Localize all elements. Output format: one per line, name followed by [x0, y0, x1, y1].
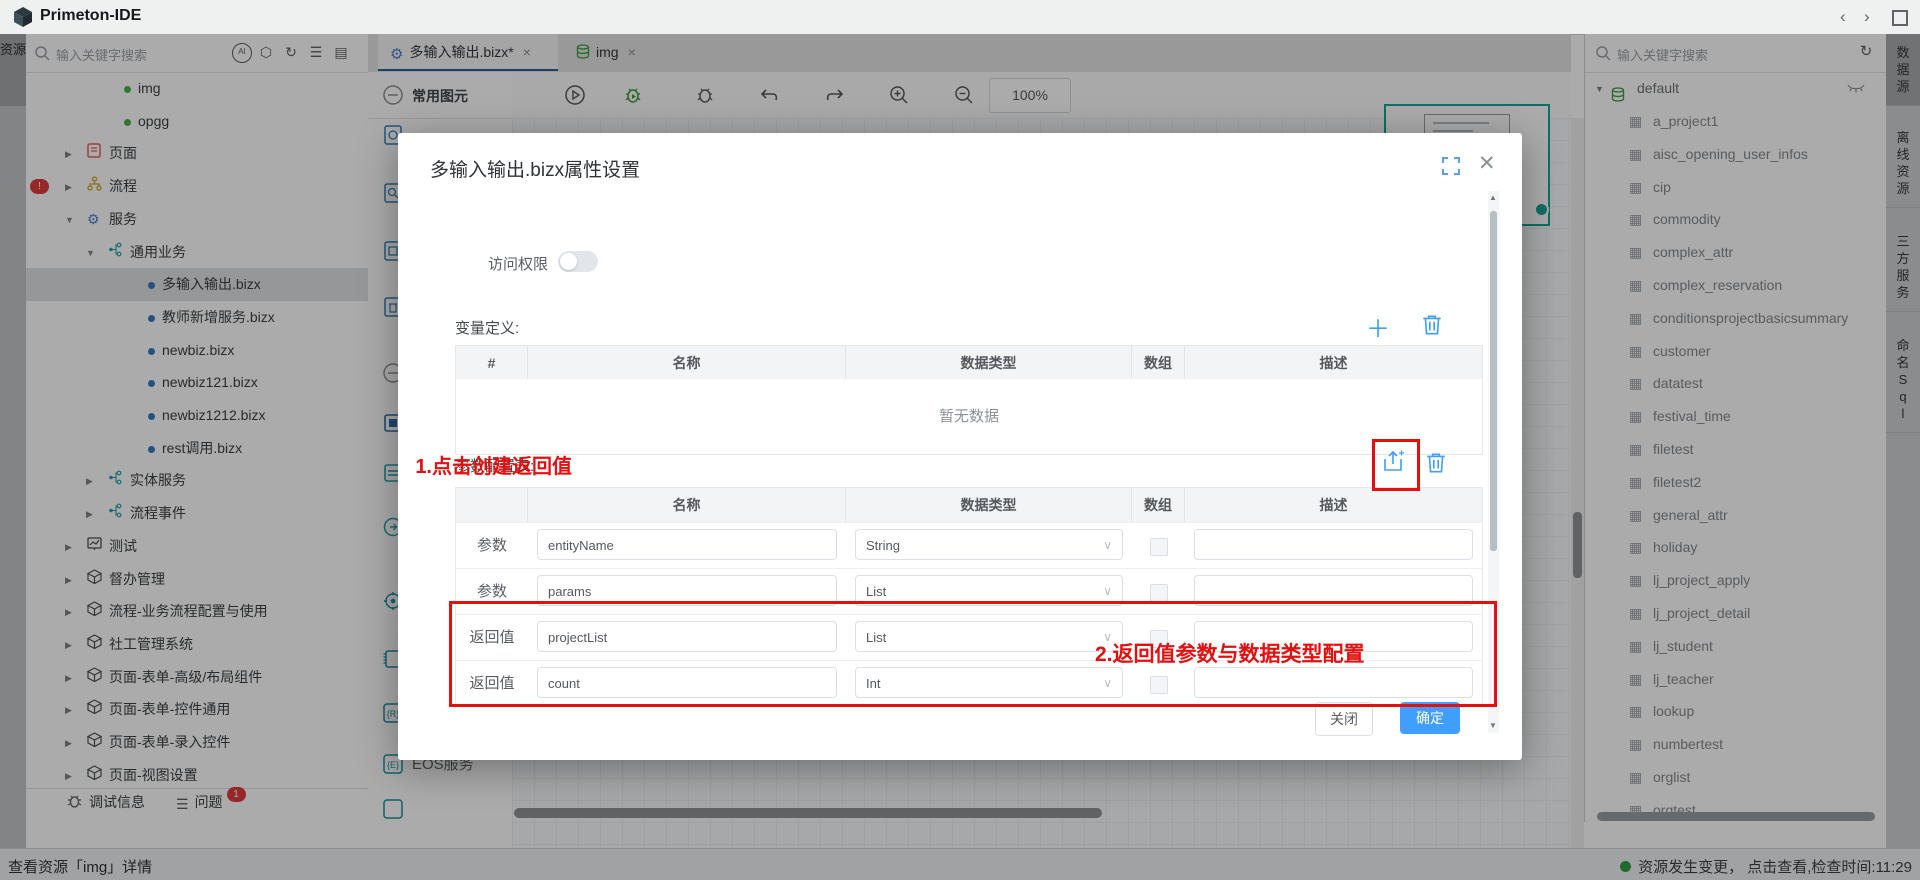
nav-forward-icon[interactable]: › [1864, 7, 1870, 27]
annotation-box-create-return [1372, 439, 1420, 491]
annotation-step2: 2.返回值参数与数据类型配置 [1095, 638, 1365, 668]
close-button[interactable]: 关闭 [1315, 702, 1373, 736]
access-permission-label: 访问权限 [488, 253, 548, 274]
params-col-header: 数据类型 [846, 488, 1132, 522]
delete-variable-icon[interactable] [1420, 313, 1444, 337]
window-restore-icon[interactable] [1892, 10, 1908, 26]
param-row-entityName: 参数 entityName String∨ [456, 522, 1482, 568]
dialog-title: 多输入输出.bizx属性设置 [430, 155, 640, 182]
param-desc-input[interactable] [1194, 529, 1473, 560]
close-icon[interactable]: ✕ [1478, 151, 1496, 176]
vars-col-header: 描述 [1185, 346, 1482, 380]
params-col-header: 描述 [1185, 488, 1482, 522]
vars-empty-text: 暂无数据 [455, 379, 1483, 455]
array-checkbox[interactable] [1150, 538, 1168, 556]
param-name-input[interactable]: entityName [537, 529, 837, 560]
array-checkbox[interactable] [1150, 584, 1168, 602]
vars-section-label: 变量定义: [455, 317, 519, 338]
params-col-header [456, 488, 528, 522]
app-logo-icon [12, 6, 34, 28]
param-type-select[interactable]: String∨ [855, 529, 1123, 560]
scroll-up-icon[interactable]: ▲ [1489, 193, 1497, 202]
properties-dialog: 多输入输出.bizx属性设置 ✕ ▲ ▼ 访问权限 变量定义: ＋ #名称数据类… [398, 133, 1522, 760]
access-permission-toggle[interactable] [558, 251, 598, 272]
delete-param-icon[interactable] [1424, 451, 1448, 475]
add-variable-icon[interactable]: ＋ [1366, 309, 1390, 344]
vars-col-header: 数据类型 [846, 346, 1132, 380]
params-col-header: 名称 [528, 488, 846, 522]
fullscreen-icon[interactable] [1442, 157, 1460, 175]
app-window: Primeton-IDE ‹ › 资源 输入关键字搜索 AI ⬡ ↻ ☰ ▤ i… [0, 0, 1920, 880]
annotation-step1: 1.点击创建返回值 [415, 450, 572, 479]
row-kind-label: 参数 [456, 523, 528, 568]
vars-table: #名称数据类型数组描述 [455, 345, 1483, 381]
dialog-scroll-thumb[interactable] [1490, 211, 1497, 551]
title-bar: Primeton-IDE ‹ › [0, 0, 1920, 35]
chevron-down-icon: ∨ [1103, 530, 1112, 561]
nav-back-icon[interactable]: ‹ [1840, 7, 1846, 27]
vars-col-header: 名称 [528, 346, 846, 380]
scroll-down-icon[interactable]: ▼ [1489, 721, 1497, 730]
vars-col-header: # [456, 346, 528, 380]
vars-col-header: 数组 [1132, 346, 1185, 380]
params-col-header: 数组 [1132, 488, 1185, 522]
app-title: Primeton-IDE [40, 7, 141, 25]
